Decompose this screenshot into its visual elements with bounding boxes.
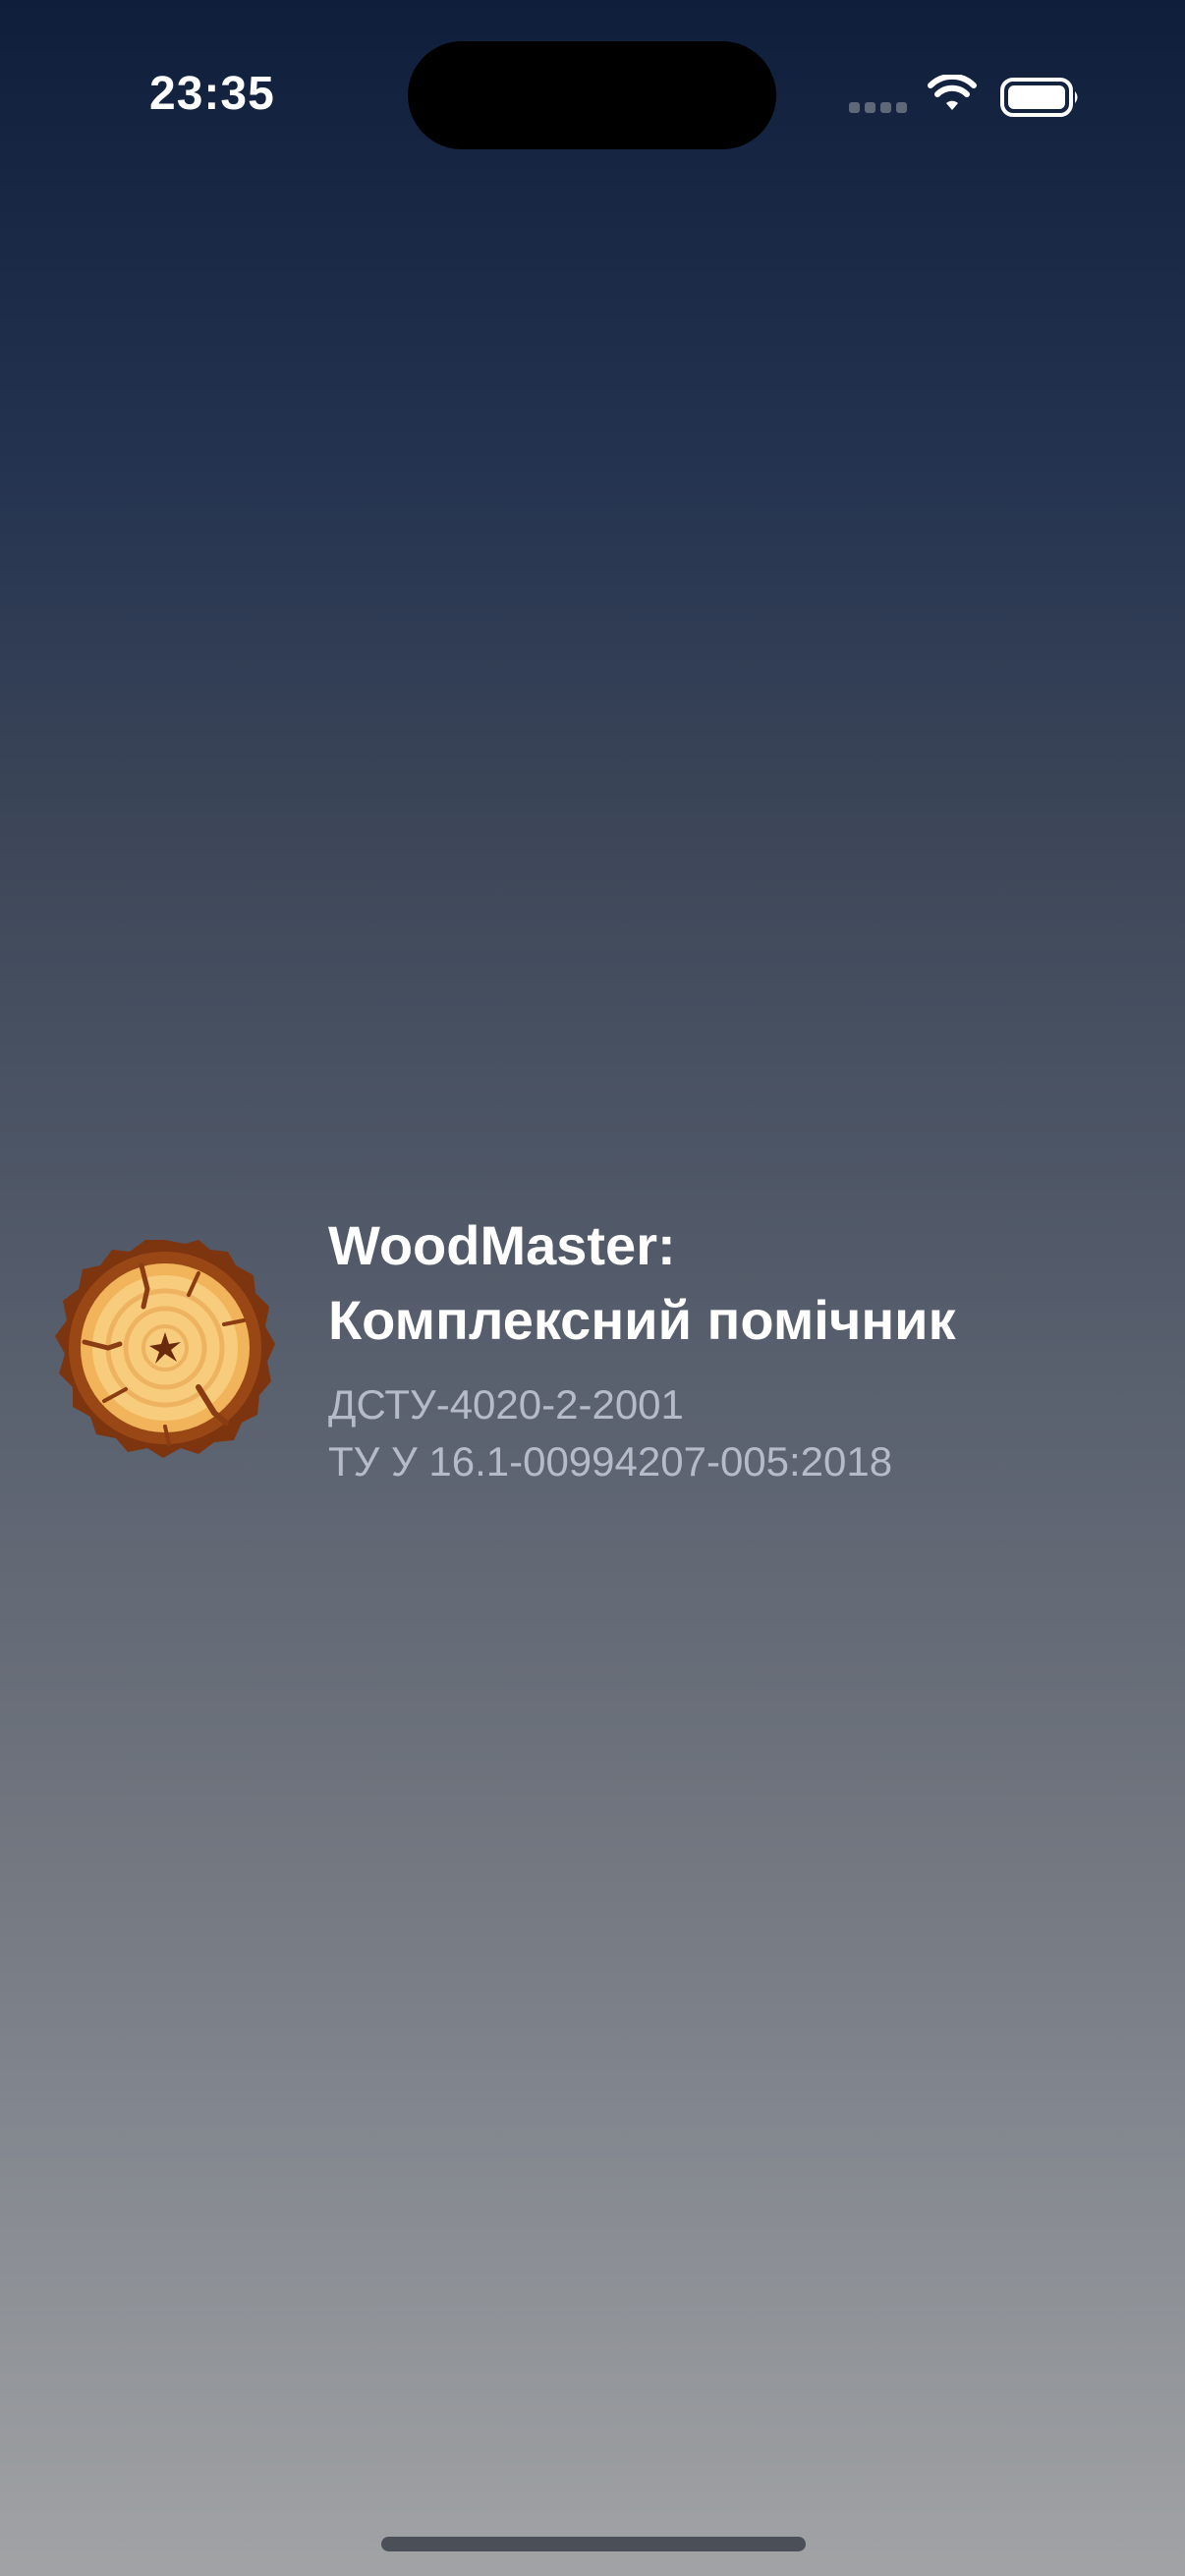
dynamic-island — [408, 41, 776, 149]
status-time: 23:35 — [149, 68, 275, 120]
app-title-line-1: WoodMaster: — [328, 1214, 676, 1276]
splash-content: WoodMaster: Комплексний помічник ДСТУ-40… — [0, 1208, 1185, 1503]
app-title-line-2: Комплексний помічник — [328, 1289, 956, 1351]
wifi-icon — [928, 75, 977, 110]
app-title: WoodMaster: Комплексний помічник — [328, 1208, 1173, 1358]
cellular-signal-icon — [849, 102, 907, 113]
standard-tu: ТУ У 16.1-00994207-005:2018 — [328, 1438, 893, 1484]
status-bar: 23:35 — [0, 0, 1185, 167]
home-indicator[interactable] — [381, 2537, 806, 2551]
wood-log-cross-section-icon — [55, 1240, 275, 1458]
standard-dstu: ДСТУ-4020-2-2001 — [328, 1381, 684, 1428]
battery-icon — [1000, 78, 1078, 117]
